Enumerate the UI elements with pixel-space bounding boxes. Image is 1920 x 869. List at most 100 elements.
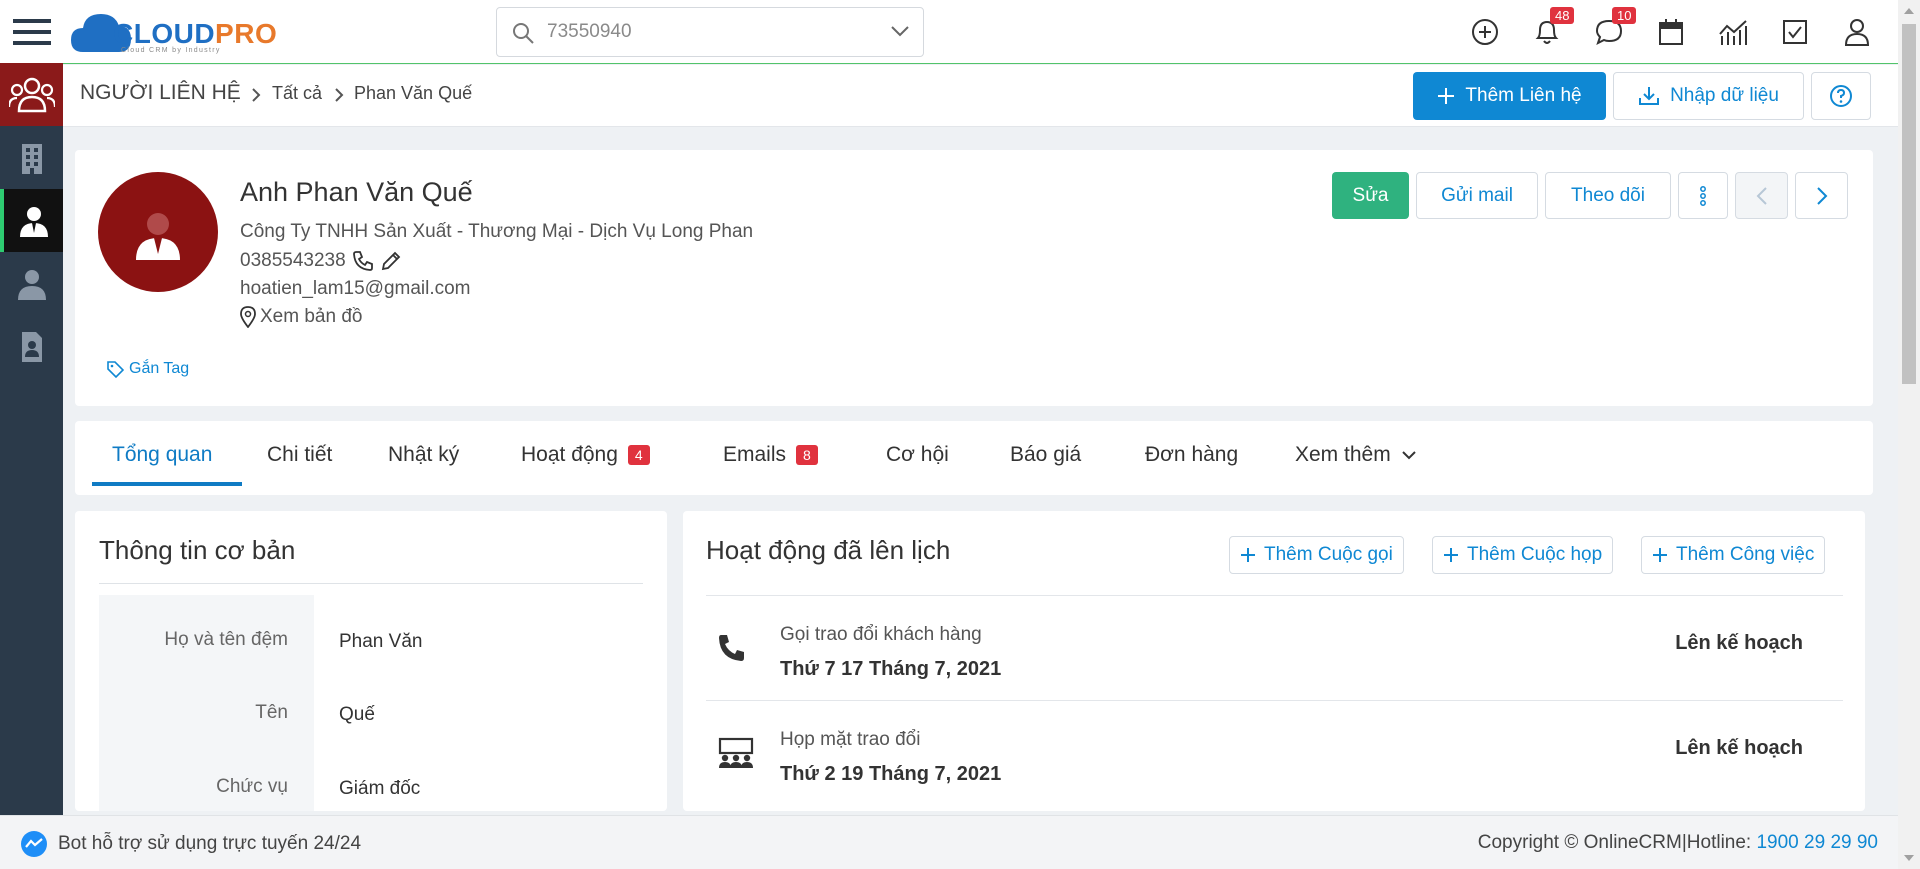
add-contact-label: Thêm Liên hệ <box>1465 85 1582 106</box>
import-button[interactable]: Nhập dữ liệu <box>1613 72 1804 120</box>
tab-details[interactable]: Chi tiết <box>267 443 332 467</box>
contact-phone: 0385543238 <box>240 250 346 271</box>
tab-journal[interactable]: Nhật ký <box>388 443 459 467</box>
import-label: Nhập dữ liệu <box>1670 85 1779 106</box>
tab-activities[interactable]: Hoạt động 4 <box>521 443 650 467</box>
menu-icon <box>12 18 51 45</box>
add-task-button[interactable]: Thêm Công việc <box>1641 536 1826 574</box>
field-label-middle-name: Họ và tên đệm <box>164 629 288 650</box>
notifications-badge: 48 <box>1550 7 1575 24</box>
pencil-icon[interactable] <box>380 250 402 272</box>
activity-title: Họp mặt trao đổi <box>780 729 921 750</box>
more-vertical-icon <box>1700 185 1706 206</box>
contacts-group-icon <box>8 77 55 112</box>
activity-row[interactable]: Họp mặt trao đổi Thứ 2 19 Tháng 7, 2021 … <box>706 700 1843 805</box>
plus-circle-icon <box>1472 19 1498 45</box>
activity-row[interactable]: Gọi trao đổi khách hàng Thứ 7 17 Tháng 7… <box>706 595 1843 700</box>
assign-tag-link[interactable]: Gắn Tag <box>107 360 189 378</box>
plus-icon <box>1241 548 1255 562</box>
label-column: Họ và tên đệm Tên Chức vụ <box>99 595 314 811</box>
reports-button[interactable] <box>1716 15 1750 49</box>
download-icon <box>1639 87 1660 105</box>
hotline-number[interactable]: 1900 29 29 90 <box>1756 832 1878 853</box>
help-button[interactable] <box>1811 72 1871 120</box>
view-map-label: Xem bản đồ <box>260 306 363 327</box>
send-mail-button[interactable]: Gửi mail <box>1416 172 1538 219</box>
contact-phone-row: 0385543238 <box>240 250 402 272</box>
account-button[interactable] <box>1840 15 1874 49</box>
view-map-link[interactable]: Xem bản đồ <box>240 306 362 328</box>
global-search[interactable] <box>496 7 924 57</box>
user-account-icon <box>1844 19 1870 46</box>
avatar[interactable] <box>98 172 218 292</box>
add-call-button[interactable]: Thêm Cuộc gọi <box>1229 536 1404 574</box>
tab-overview[interactable]: Tổng quan <box>112 443 212 467</box>
contact-company[interactable]: Công Ty TNHH Sản Xuất - Thương Mại - Dịc… <box>240 221 753 243</box>
chart-icon <box>1719 20 1747 45</box>
add-contact-button[interactable]: Thêm Liên hệ <box>1413 72 1606 120</box>
field-value-first-name: Quế <box>339 704 375 725</box>
chevron-down-icon <box>1401 451 1416 460</box>
previous-record-button[interactable] <box>1735 172 1788 219</box>
page-scrollbar[interactable] <box>1898 0 1920 869</box>
sidebar-item-contacts[interactable] <box>0 189 63 252</box>
sidebar <box>0 0 63 869</box>
activity-date: Thứ 7 17 Tháng 7, 2021 <box>780 658 1002 680</box>
tab-orders[interactable]: Đơn hàng <box>1145 443 1238 467</box>
sidebar-item-users[interactable] <box>0 252 63 315</box>
add-meeting-button[interactable]: Thêm Cuộc họp <box>1432 536 1614 574</box>
logo-subtitle: Cloud CRM by Industry <box>121 47 221 54</box>
sidebar-item-contacts-group[interactable] <box>0 63 63 126</box>
notifications-button[interactable]: 48 <box>1530 7 1575 49</box>
scroll-up-arrow[interactable] <box>1904 8 1914 14</box>
chevron-right-icon <box>1816 186 1827 205</box>
calendar-icon <box>1659 19 1683 45</box>
support-bot-label: Bot hỗ trợ sử dụng trực tuyến 24/24 <box>58 833 362 854</box>
meeting-icon <box>718 737 754 768</box>
messages-button[interactable]: 10 <box>1592 7 1637 49</box>
phone-call-icon[interactable] <box>352 250 374 272</box>
messenger-icon <box>21 831 47 857</box>
more-actions-button[interactable] <box>1678 172 1728 219</box>
menu-toggle[interactable] <box>0 0 63 63</box>
breadcrumb-all[interactable]: Tất cả <box>272 83 322 104</box>
tasks-button[interactable] <box>1778 15 1812 49</box>
help-icon <box>1830 85 1852 107</box>
next-record-button[interactable] <box>1795 172 1848 219</box>
record-tabs: Tổng quan Chi tiết Nhật ký Hoạt động 4 Em… <box>75 421 1873 495</box>
calendar-button[interactable] <box>1654 15 1688 49</box>
tab-more[interactable]: Xem thêm <box>1295 443 1417 467</box>
field-value-middle-name: Phan Văn <box>339 631 423 652</box>
sidebar-item-accounts[interactable] <box>0 126 63 189</box>
activity-status: Lên kế hoạch <box>1675 737 1803 759</box>
checkbox-icon <box>1783 20 1807 44</box>
breadcrumb-bar: NGƯỜI LIÊN HỆ Tất cả Phan Văn Quế Thêm L… <box>63 65 1898 127</box>
activity-title: Gọi trao đổi khách hàng <box>780 624 982 645</box>
follow-button[interactable]: Theo dõi <box>1545 172 1671 219</box>
edit-button[interactable]: Sửa <box>1332 172 1409 219</box>
sidebar-item-documents[interactable] <box>0 315 63 378</box>
tab-quotes[interactable]: Báo giá <box>1010 443 1081 467</box>
contact-profile-card: Anh Phan Văn Quế Công Ty TNHH Sản Xuất -… <box>75 150 1873 406</box>
scroll-down-arrow[interactable] <box>1904 855 1914 861</box>
footer: Bot hỗ trợ sử dụng trực tuyến 24/24 Copy… <box>0 815 1898 869</box>
assign-tag-label: Gắn Tag <box>129 360 190 377</box>
tab-opportunities[interactable]: Cơ hội <box>886 443 949 467</box>
document-user-icon <box>21 331 42 362</box>
quick-create-button[interactable] <box>1468 15 1502 49</box>
basic-info-card: Thông tin cơ bản Họ và tên đệm Tên Chức … <box>75 511 667 811</box>
scroll-thumb[interactable] <box>1902 24 1916 384</box>
map-pin-icon <box>240 306 256 328</box>
chevron-down-icon[interactable] <box>891 25 909 37</box>
support-bot-link[interactable]: Bot hỗ trợ sử dụng trực tuyến 24/24 <box>20 830 361 858</box>
app-logo[interactable]: CLOUDPRO Cloud CRM by Industry <box>71 6 301 58</box>
search-input[interactable] <box>547 18 867 46</box>
plus-icon <box>1653 548 1667 562</box>
search-icon <box>513 23 534 44</box>
tab-emails[interactable]: Emails 8 <box>723 443 818 467</box>
breadcrumb-root[interactable]: NGƯỜI LIÊN HỆ <box>80 81 241 105</box>
tag-icon <box>107 360 124 378</box>
phone-icon <box>719 635 744 661</box>
contact-email[interactable]: hoatien_lam15@gmail.com <box>240 278 471 300</box>
emails-count-badge: 8 <box>796 445 818 465</box>
